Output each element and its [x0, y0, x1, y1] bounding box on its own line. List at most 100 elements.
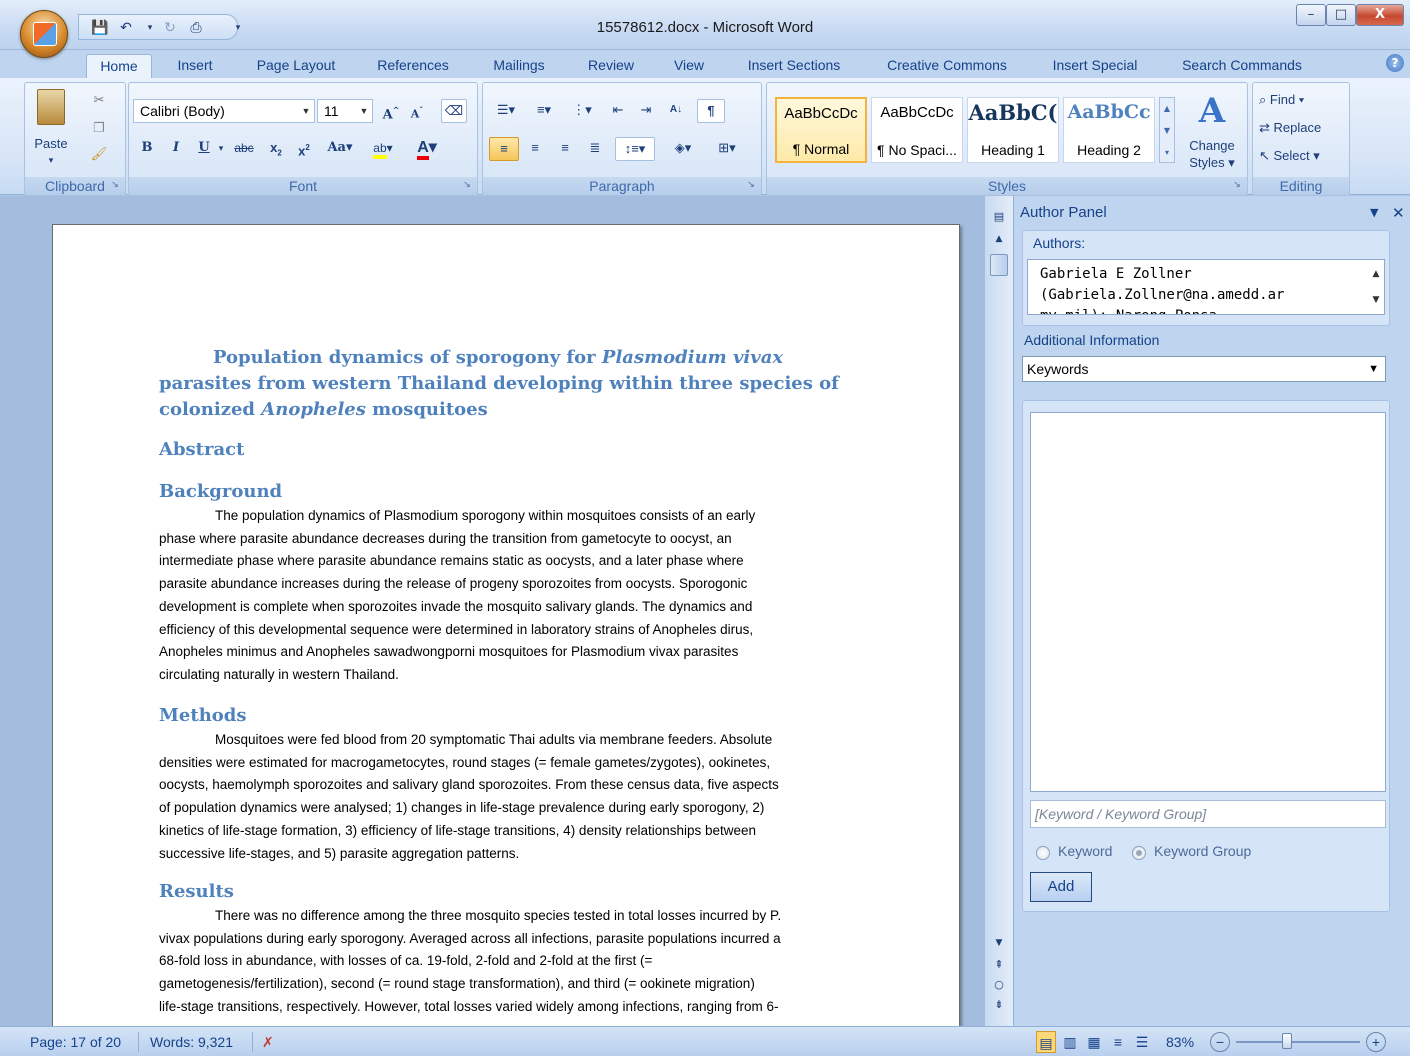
- draft-icon[interactable]: ☰: [1132, 1031, 1152, 1053]
- document-page[interactable]: Population dynamics of sporogony for Pla…: [52, 224, 960, 1034]
- cut-icon[interactable]: ✂: [87, 89, 111, 113]
- grow-font-icon[interactable]: A^: [379, 99, 403, 123]
- chevron-down-icon[interactable]: ▼: [298, 100, 314, 122]
- change-styles-button[interactable]: Change Styles ▾: [1177, 137, 1247, 173]
- proofing-icon[interactable]: ✗: [262, 1031, 274, 1053]
- keywords-list[interactable]: [1030, 412, 1386, 792]
- zoom-in-icon[interactable]: +: [1366, 1032, 1386, 1052]
- authors-textbox[interactable]: Gabriela E Zollner (Gabriela.Zollner@na.…: [1027, 259, 1385, 315]
- ruler-toggle-icon[interactable]: ▤: [989, 210, 1009, 230]
- add-button[interactable]: Add: [1030, 872, 1092, 902]
- styles-scroll[interactable]: ▲ ▼ ▾: [1159, 97, 1175, 163]
- methods-heading: Methods: [159, 705, 247, 726]
- bullets-icon[interactable]: ☰▾: [489, 99, 523, 123]
- close-button[interactable]: X: [1356, 4, 1404, 26]
- tab-insert-special[interactable]: Insert Special: [1040, 54, 1150, 78]
- bold-icon[interactable]: B: [135, 137, 159, 161]
- tab-insert[interactable]: Insert: [166, 54, 224, 78]
- tab-search-commands[interactable]: Search Commands: [1170, 54, 1314, 78]
- dialog-launcher-icon[interactable]: ↘: [1231, 180, 1243, 192]
- increase-indent-icon[interactable]: ⇥: [633, 99, 659, 123]
- keyword-radio[interactable]: [1036, 846, 1050, 860]
- line-spacing-icon[interactable]: ↕≡▾: [615, 137, 655, 161]
- highlight-icon[interactable]: ab▾: [363, 137, 403, 161]
- tab-references[interactable]: References: [366, 54, 460, 78]
- replace-button[interactable]: ⇄ Replace: [1259, 117, 1345, 141]
- change-case-icon[interactable]: Aa▾: [321, 137, 359, 161]
- print-layout-icon[interactable]: ▤: [1036, 1031, 1056, 1053]
- word-count[interactable]: Words: 9,321: [150, 1031, 233, 1053]
- panel-menu-icon[interactable]: ▼: [1370, 206, 1386, 219]
- align-left-icon[interactable]: ≡: [489, 137, 519, 161]
- vertical-scrollbar[interactable]: ▤ ▲ ▼ ⇞ ○ ⇟: [985, 196, 1013, 1026]
- change-styles-icon[interactable]: A: [1187, 91, 1237, 131]
- numbering-icon[interactable]: ≡▾: [527, 99, 561, 123]
- help-icon[interactable]: ?: [1386, 54, 1404, 72]
- format-painter-icon[interactable]: 🖌: [87, 143, 111, 167]
- style-normal[interactable]: AaBbCcDc ¶ Normal: [775, 97, 867, 163]
- tab-mailings[interactable]: Mailings: [482, 54, 556, 78]
- scroll-down-icon[interactable]: ▼: [989, 938, 1009, 956]
- style-heading-1[interactable]: AaBbC( Heading 1: [967, 97, 1059, 163]
- tab-insert-sections[interactable]: Insert Sections: [734, 54, 854, 78]
- zoom-level[interactable]: 83%: [1166, 1031, 1194, 1053]
- font-name-combo[interactable]: Calibri (Body) ▼: [133, 99, 315, 123]
- minimize-button[interactable]: –: [1296, 4, 1326, 26]
- select-browse-object-icon[interactable]: ○: [989, 978, 1009, 994]
- style-heading-2[interactable]: AaBbCc Heading 2: [1063, 97, 1155, 163]
- decrease-indent-icon[interactable]: ⇤: [605, 99, 631, 123]
- clear-formatting-icon[interactable]: ⌫: [441, 99, 467, 123]
- previous-page-icon[interactable]: ⇞: [989, 958, 1009, 974]
- underline-dropdown-icon[interactable]: ▾: [215, 137, 227, 161]
- find-button[interactable]: ⌕ Find ▾: [1259, 89, 1345, 113]
- office-button[interactable]: [20, 10, 68, 58]
- align-right-icon[interactable]: ≡: [551, 137, 579, 161]
- strikethrough-icon[interactable]: abc: [229, 137, 259, 161]
- dialog-launcher-icon[interactable]: ↘: [461, 180, 473, 192]
- select-button[interactable]: ↖ Select ▾: [1259, 145, 1345, 169]
- underline-icon[interactable]: U: [193, 137, 215, 161]
- multilevel-list-icon[interactable]: ⋮▾: [565, 99, 599, 123]
- subscript-icon[interactable]: x2: [263, 137, 289, 161]
- tab-page-layout[interactable]: Page Layout: [246, 54, 346, 78]
- paste-dropdown-icon[interactable]: ▾: [29, 149, 73, 173]
- web-layout-icon[interactable]: ▦: [1084, 1031, 1104, 1053]
- italic-icon[interactable]: I: [165, 137, 187, 161]
- sort-icon[interactable]: A↓: [663, 99, 689, 123]
- style-no-spacing[interactable]: AaBbCcDc ¶ No Spaci...: [871, 97, 963, 163]
- keyword-input[interactable]: [Keyword / Keyword Group]: [1030, 800, 1386, 828]
- shrink-font-icon[interactable]: Aˇ: [405, 99, 429, 123]
- dialog-launcher-icon[interactable]: ↘: [745, 180, 757, 192]
- page-indicator[interactable]: Page: 17 of 20: [30, 1031, 121, 1053]
- show-formatting-icon[interactable]: ¶: [697, 99, 725, 123]
- zoom-out-icon[interactable]: −: [1210, 1032, 1230, 1052]
- borders-icon[interactable]: ⊞▾: [707, 137, 747, 161]
- next-page-icon[interactable]: ⇟: [989, 998, 1009, 1014]
- superscript-icon[interactable]: x2: [291, 137, 317, 161]
- dialog-launcher-icon[interactable]: ↘: [109, 180, 121, 192]
- tab-view[interactable]: View: [664, 54, 714, 78]
- zoom-slider-thumb[interactable]: [1282, 1033, 1292, 1049]
- tab-review[interactable]: Review: [578, 54, 644, 78]
- copy-icon[interactable]: ❐: [87, 117, 111, 141]
- shading-icon[interactable]: ◈▾: [663, 137, 703, 161]
- scroll-up-icon[interactable]: ▲: [989, 234, 1009, 252]
- outline-icon[interactable]: ≡: [1108, 1031, 1128, 1053]
- zoom-slider[interactable]: [1236, 1041, 1360, 1043]
- keywords-dropdown[interactable]: Keywords ▼: [1022, 356, 1386, 382]
- full-screen-reading-icon[interactable]: ▥: [1060, 1031, 1080, 1053]
- chevron-down-icon[interactable]: ▼: [1368, 357, 1379, 381]
- align-center-icon[interactable]: ≡: [521, 137, 549, 161]
- justify-icon[interactable]: ≣: [581, 137, 609, 161]
- maximize-button[interactable]: □: [1326, 4, 1356, 26]
- tab-home[interactable]: Home: [86, 54, 152, 78]
- close-icon[interactable]: ✕: [1392, 204, 1408, 222]
- keyword-group-radio[interactable]: [1132, 846, 1146, 860]
- tab-creative-commons[interactable]: Creative Commons: [874, 54, 1020, 78]
- paste-icon[interactable]: [37, 89, 65, 125]
- chevron-down-icon[interactable]: ▼: [356, 100, 372, 122]
- font-size-combo[interactable]: 11 ▼: [317, 99, 373, 123]
- font-color-icon[interactable]: A▾: [407, 137, 447, 161]
- scroll-thumb[interactable]: [990, 254, 1008, 276]
- authors-scroll[interactable]: ▲ ▼: [1369, 261, 1383, 313]
